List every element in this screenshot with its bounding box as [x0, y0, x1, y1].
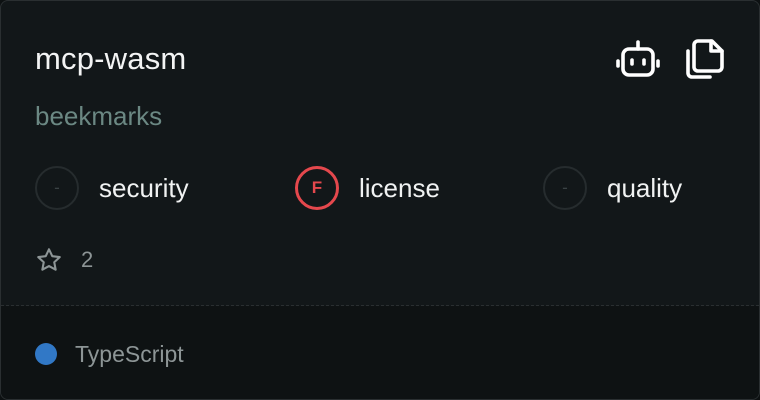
star-icon	[37, 248, 61, 271]
security-score[interactable]: - security	[35, 164, 189, 212]
copy-button[interactable]	[680, 34, 728, 82]
repo-owner[interactable]: beekmarks	[35, 98, 162, 134]
language-name: TypeScript	[75, 340, 184, 367]
bot-button[interactable]	[614, 36, 662, 84]
language-color-dot	[35, 343, 57, 365]
repo-name[interactable]: mcp-wasm	[35, 39, 186, 79]
license-score[interactable]: F license	[295, 164, 440, 212]
quality-grade-badge: -	[543, 166, 587, 210]
license-grade-badge: F	[295, 166, 339, 210]
copy-icon	[686, 39, 724, 79]
security-label: security	[99, 172, 189, 203]
repo-card[interactable]: mcp-wasm beekmarks - security F license …	[0, 0, 760, 400]
quality-score[interactable]: - quality	[543, 164, 682, 212]
quality-label: quality	[607, 172, 683, 203]
language: TypeScript	[35, 337, 184, 371]
star-count: 2	[81, 247, 94, 272]
stars[interactable]: 2	[35, 244, 93, 276]
license-label: license	[359, 172, 440, 203]
security-grade-badge: -	[35, 166, 79, 210]
robot-icon	[616, 40, 660, 77]
